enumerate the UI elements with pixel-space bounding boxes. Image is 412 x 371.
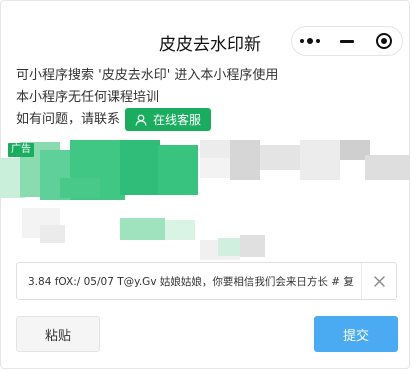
more-dots-icon — [300, 38, 321, 44]
info-line-no-course: 本小程序无任何课程培训 — [16, 90, 160, 105]
close-button[interactable] — [365, 27, 402, 55]
target-close-icon — [375, 33, 392, 49]
mini-program-capsule — [291, 26, 403, 56]
info-line-contact: 如有问题，请联系 — [16, 112, 121, 127]
service-agent-icon — [135, 114, 147, 126]
ad-badge: 广告 — [8, 143, 34, 157]
minimize-button[interactable] — [329, 27, 366, 55]
paste-button[interactable]: 粘贴 — [16, 316, 100, 352]
online-service-button[interactable]: 在线客服 — [125, 108, 211, 131]
submit-button[interactable]: 提交 — [314, 316, 398, 352]
minus-icon — [340, 39, 354, 43]
page-title: 皮皮去水印新 — [159, 35, 261, 55]
link-input-value: 3.84 fOX:/ 05/07 T@y.Gv 姑娘姑娘，你要相信我们会来日方长… — [28, 276, 354, 288]
ad-banner[interactable]: 广告 — [0, 140, 410, 260]
more-button[interactable] — [292, 27, 329, 55]
close-icon — [373, 275, 385, 287]
link-input[interactable]: 3.84 fOX:/ 05/07 T@y.Gv 姑娘姑娘，你要相信我们会来日方长… — [16, 262, 397, 300]
info-line-search: 可小程序搜索 '皮皮去水印' 进入本小程序使用 — [16, 68, 279, 83]
clear-button[interactable] — [361, 263, 396, 299]
service-button-label: 在线客服 — [152, 113, 201, 127]
